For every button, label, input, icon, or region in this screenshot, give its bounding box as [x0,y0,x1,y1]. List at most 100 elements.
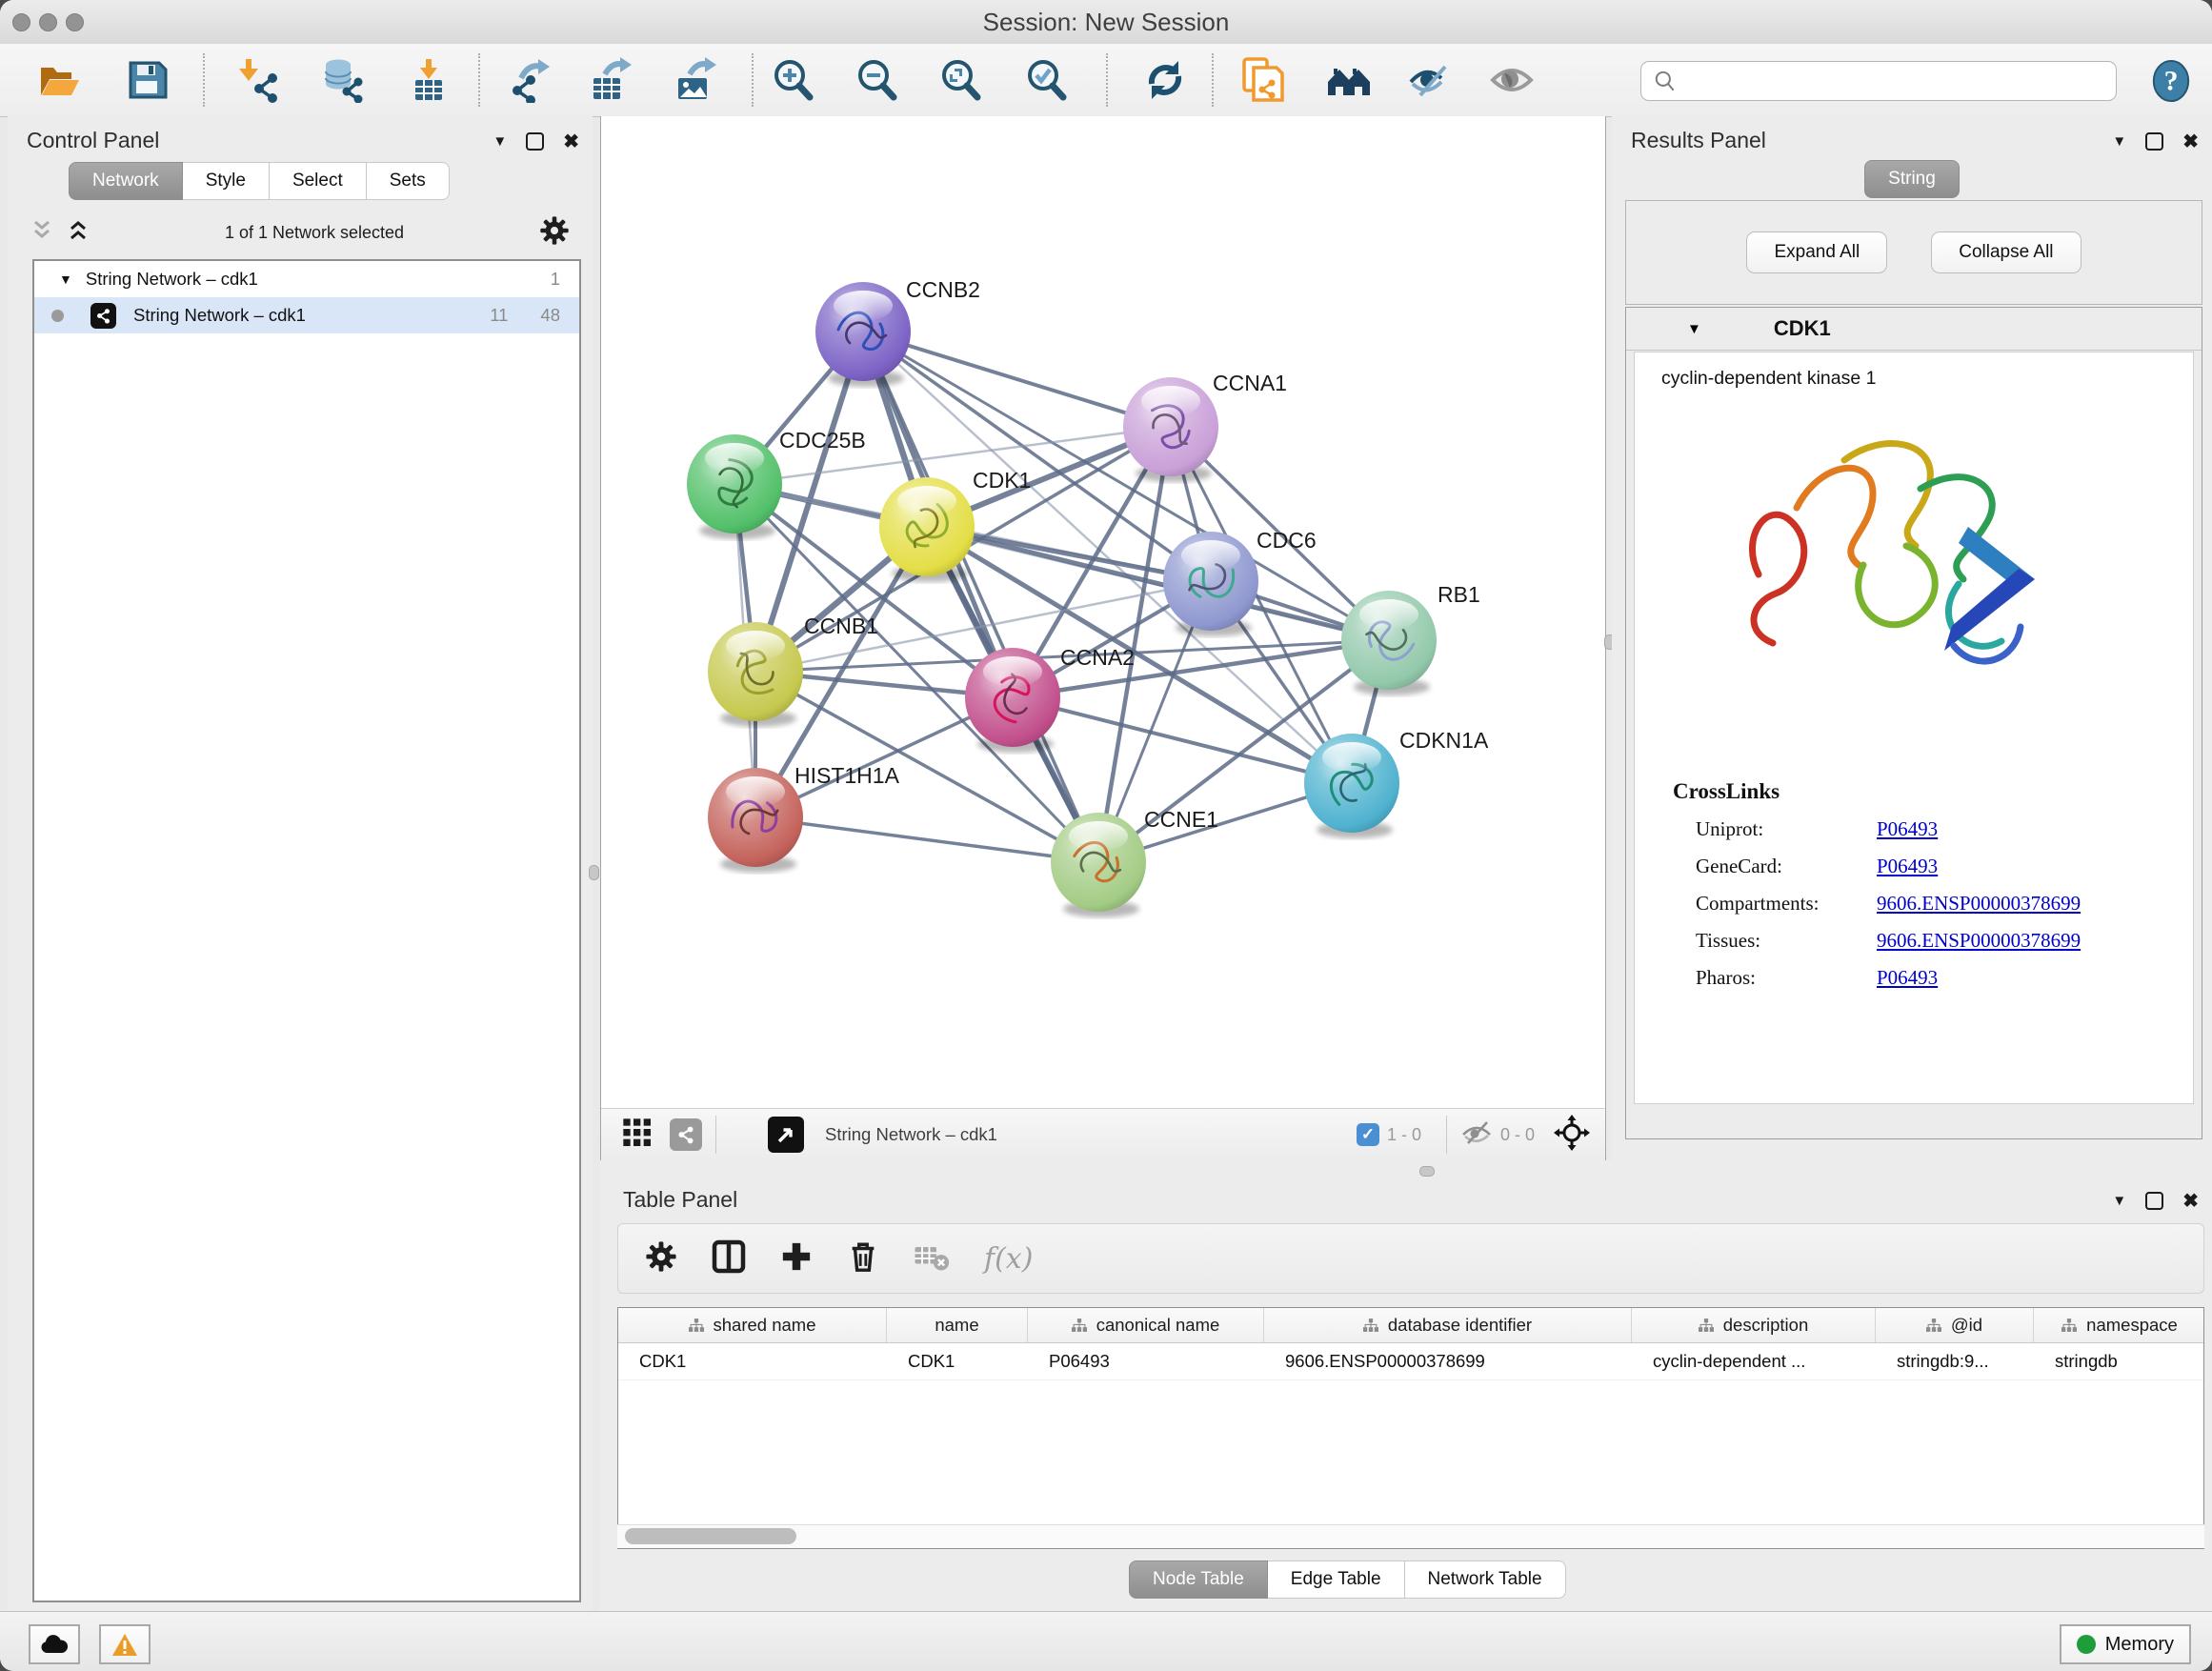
table-cell[interactable]: cyclin-dependent ... [1632,1343,1876,1379]
tab-sets[interactable]: Sets [367,162,450,200]
panel-close-icon[interactable]: ✖ [563,130,579,153]
delete-column-trash-icon[interactable] [847,1240,879,1278]
warning-button[interactable] [99,1624,151,1664]
panel-float-icon[interactable] [2145,132,2163,151]
crosslink-link[interactable]: P06493 [1877,855,1938,878]
panel-float-icon[interactable] [526,132,544,151]
column-header-shared-name[interactable]: shared name [618,1308,887,1342]
panel-close-icon[interactable]: ✖ [2182,1189,2199,1213]
home-networks-icon[interactable] [1324,57,1374,103]
network-node-CDC6[interactable]: CDC6 [1163,528,1317,636]
horizontal-splitter[interactable] [600,1160,2212,1181]
table-cell[interactable]: CDK1 [887,1343,1028,1379]
column-header-description[interactable]: description [1632,1308,1876,1342]
help-icon[interactable]: ? [2149,59,2199,105]
crosslink-link[interactable]: P06493 [1877,966,1938,990]
tab-node-table[interactable]: Node Table [1129,1560,1268,1599]
panel-menu-caret-icon[interactable]: ▼ [493,133,507,150]
tab-network[interactable]: Network [69,162,183,200]
table-cell[interactable]: CDK1 [618,1343,887,1379]
export-image-icon[interactable] [671,57,720,103]
network-node-CDK1[interactable]: CDK1 [879,468,1031,582]
gene-header[interactable]: ▼ CDK1 [1626,308,2202,351]
save-session-icon[interactable] [122,57,171,103]
zoom-selected-icon[interactable] [1022,57,1072,103]
title-bar: Session: New Session [0,0,2212,45]
table-cell[interactable]: stringdb [2034,1343,2204,1379]
splitter-grip[interactable] [1419,1166,1435,1177]
network-node-CCNA2[interactable]: CCNA2 [965,645,1135,753]
show-all-eye-icon[interactable] [1487,57,1537,103]
collapse-all-chevron-icon[interactable] [30,219,53,247]
column-header-database-identifier[interactable]: database identifier [1264,1308,1632,1342]
tab-network-table[interactable]: Network Table [1405,1560,1566,1599]
fit-crosshair-icon[interactable] [1554,1115,1590,1156]
import-table-file-icon[interactable] [404,57,453,103]
gene-expand-caret-icon[interactable]: ▼ [1687,321,1701,337]
zoom-out-icon[interactable] [853,57,902,103]
tab-edge-table[interactable]: Edge Table [1268,1560,1405,1599]
column-header-name[interactable]: name [887,1308,1028,1342]
expand-all-button[interactable]: Expand All [1746,232,1887,273]
table-horizontal-scrollbar[interactable] [617,1524,2204,1548]
cloud-button[interactable] [29,1624,80,1664]
string-view-icon[interactable] [670,1118,702,1151]
string-import-icon[interactable] [1238,57,1288,103]
open-session-icon[interactable] [34,57,84,103]
panel-close-icon[interactable]: ✖ [2182,130,2199,153]
hide-selected-eye-icon[interactable] [1405,57,1455,103]
cytoscape-window: { "window": {"title": "Session: New Sess… [0,0,2212,1671]
zoom-fit-icon[interactable] [936,57,986,103]
network-node-CCNA1[interactable]: CCNA1 [1123,371,1287,482]
column-header-canonical-name[interactable]: canonical name [1028,1308,1264,1342]
collection-expand-caret-icon[interactable]: ▼ [59,272,72,287]
network-node-HIST1H1A[interactable]: HIST1H1A [708,763,900,873]
scrollbar-thumb[interactable] [625,1528,796,1544]
collapse-all-button[interactable]: Collapse All [1931,232,2081,273]
hidden-eye-icon[interactable] [1460,1118,1493,1152]
panel-float-icon[interactable] [2145,1192,2163,1210]
column-header--id[interactable]: @id [1876,1308,2034,1342]
tab-select[interactable]: Select [270,162,367,200]
crosslink-link[interactable]: P06493 [1877,817,1938,841]
network-canvas[interactable]: CCNB2 CCNA1 CDC25BCDK1 CDC6RB1 CCNB1 CCNA2 CDK… [601,116,1605,1109]
panel-menu-caret-icon[interactable]: ▼ [2112,1193,2126,1209]
network-collection-row[interactable]: ▼ String Network – cdk1 1 [34,261,579,297]
table-options-gear-icon[interactable] [645,1240,677,1278]
network-options-gear-icon[interactable] [539,215,570,251]
apply-layout-icon[interactable] [1140,57,1190,103]
tab-style[interactable]: Style [183,162,270,200]
network-node-CDKN1A[interactable]: CDKN1A [1304,728,1489,838]
export-network-icon[interactable] [506,57,555,103]
table-cell[interactable]: 9606.ENSP00000378699 [1264,1343,1632,1379]
show-columns-icon[interactable] [712,1239,746,1278]
grid-view-icon[interactable] [622,1117,653,1153]
navigator-icon[interactable] [768,1117,804,1153]
table-row[interactable]: CDK1CDK1P064939606.ENSP00000378699cyclin… [618,1343,2203,1380]
network-row-selected[interactable]: String Network – cdk1 11 48 [34,297,579,333]
expand-all-chevron-icon[interactable] [67,219,90,247]
network-list: ▼ String Network – cdk1 1 String Network… [32,259,581,1602]
table-cell[interactable]: P06493 [1028,1343,1264,1379]
network-node-CCNE1[interactable]: CCNE1 [1051,807,1218,917]
network-node-CCNB1[interactable]: CCNB1 [708,614,878,727]
panel-menu-caret-icon[interactable]: ▼ [2112,133,2126,150]
tab-string[interactable]: String [1864,160,1960,198]
network-node-CCNB2[interactable]: CCNB2 [815,277,980,387]
search-input[interactable] [1683,70,2108,92]
import-network-database-icon[interactable] [318,57,368,103]
column-header-namespace[interactable]: namespace [2034,1308,2204,1342]
import-network-file-icon[interactable] [234,57,284,103]
selected-checkbox-icon[interactable]: ✓ [1357,1123,1379,1146]
table-cell[interactable]: stringdb:9... [1876,1343,2034,1379]
zoom-in-icon[interactable] [769,57,818,103]
network-node-RB1[interactable]: RB1 [1341,582,1480,695]
create-column-plus-icon[interactable] [780,1240,813,1278]
crosslink-link[interactable]: 9606.ENSP00000378699 [1877,892,2081,916]
toolbar-separator [752,53,754,107]
left-splitter-grip[interactable] [589,865,599,880]
memory-button[interactable]: Memory [2060,1624,2191,1664]
network-node-CDC25B[interactable]: CDC25B [687,428,866,539]
export-table-icon[interactable] [586,57,635,103]
crosslink-link[interactable]: 9606.ENSP00000378699 [1877,929,2081,953]
